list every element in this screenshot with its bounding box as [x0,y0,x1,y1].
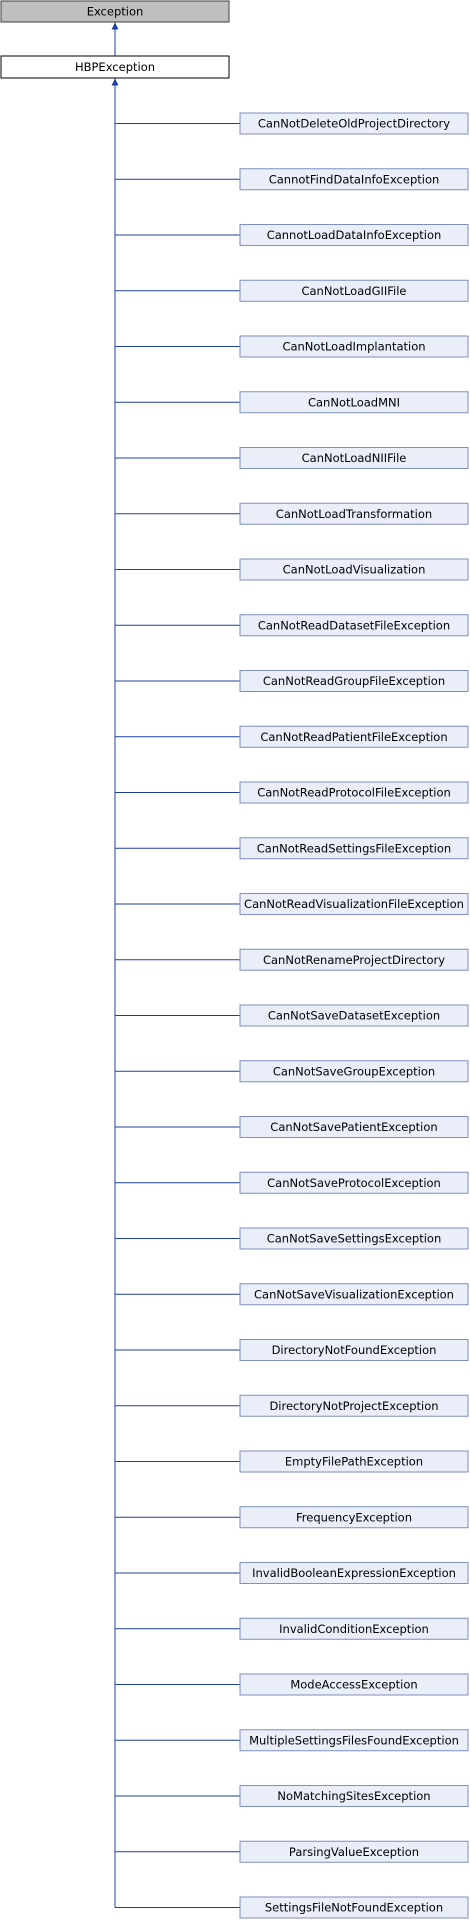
class-node-can-not-read-patient-file-exception[interactable]: CanNotReadPatientFileException [239,725,469,748]
class-label-can-not-load-mni: CanNotLoadMNI [308,395,400,409]
class-node-can-not-rename-project-directory[interactable]: CanNotRenameProjectDirectory [239,948,469,971]
class-label-invalid-boolean-expression-exception: InvalidBooleanExpressionException [252,1566,456,1580]
class-label-can-not-read-visualization-file-exception: CanNotReadVisualizationFileException [244,897,464,911]
class-node-can-not-read-dataset-file-exception[interactable]: CanNotReadDatasetFileException [239,614,469,637]
class-label-can-not-load-giifile: CanNotLoadGIIFile [301,284,406,298]
class-label-exception: Exception [87,5,144,19]
class-label-settings-file-not-found-exception: SettingsFileNotFoundException [265,1901,443,1915]
class-node-can-not-read-settings-file-exception[interactable]: CanNotReadSettingsFileException [239,837,469,860]
class-label-can-not-load-implantation: CanNotLoadImplantation [282,340,425,354]
class-label-can-not-rename-project-directory: CanNotRenameProjectDirectory [263,953,445,967]
class-label-can-not-save-group-exception: CanNotSaveGroupException [273,1064,435,1078]
class-label-empty-file-path-exception: EmptyFilePathException [285,1455,423,1469]
class-node-invalid-condition-exception[interactable]: InvalidConditionException [239,1617,469,1640]
class-label-cannot-load-data-info-exception: CannotLoadDataInfoException [267,228,442,242]
class-label-can-not-save-visualization-exception: CanNotSaveVisualizationException [254,1287,454,1301]
class-label-directory-not-project-exception: DirectoryNotProjectException [269,1399,438,1413]
class-node-can-not-load-visualization[interactable]: CanNotLoadVisualization [239,558,469,581]
class-label-can-not-read-dataset-file-exception: CanNotReadDatasetFileException [258,618,450,632]
class-node-can-not-load-giifile[interactable]: CanNotLoadGIIFile [239,279,469,302]
class-label-can-not-save-patient-exception: CanNotSavePatientException [270,1120,437,1134]
class-label-can-not-load-visualization: CanNotLoadVisualization [283,563,426,577]
class-inheritance-diagram: Exception HBPException CanNotDeleteOldPr… [0,0,469,1919]
class-label-multiple-settings-files-found-exception: MultipleSettingsFilesFoundException [249,1733,459,1747]
class-node-parsing-value-exception[interactable]: ParsingValueException [239,1840,469,1863]
class-node-directory-not-project-exception[interactable]: DirectoryNotProjectException [239,1394,469,1417]
class-node-cannot-load-data-info-exception[interactable]: CannotLoadDataInfoException [239,224,469,246]
class-node-empty-file-path-exception[interactable]: EmptyFilePathException [239,1450,469,1473]
class-label-can-not-read-patient-file-exception: CanNotReadPatientFileException [260,730,447,744]
class-node-can-not-save-settings-exception[interactable]: CanNotSaveSettingsException [239,1227,469,1250]
class-label-directory-not-found-exception: DirectoryNotFoundException [272,1343,437,1357]
class-node-can-not-save-visualization-exception[interactable]: CanNotSaveVisualizationException [239,1283,469,1306]
class-node-can-not-read-group-file-exception[interactable]: CanNotReadGroupFileException [239,670,469,692]
class-label-can-not-load-niifile: CanNotLoadNIIFile [302,451,407,465]
class-label-can-not-save-protocol-exception: CanNotSaveProtocolException [267,1176,441,1190]
class-label-hbpexception: HBPException [75,60,155,74]
class-node-can-not-save-dataset-exception[interactable]: CanNotSaveDatasetException [239,1004,469,1027]
class-label-can-not-read-settings-file-exception: CanNotReadSettingsFileException [257,841,451,855]
class-node-exception[interactable]: Exception [0,0,230,23]
class-label-parsing-value-exception: ParsingValueException [289,1845,419,1859]
class-label-no-matching-sites-exception: NoMatchingSitesException [277,1789,430,1803]
class-node-cannot-find-data-info-exception[interactable]: CannotFindDataInfoException [239,168,469,191]
class-label-can-not-save-settings-exception: CanNotSaveSettingsException [267,1232,442,1246]
class-node-can-not-save-protocol-exception[interactable]: CanNotSaveProtocolException [239,1171,469,1194]
class-label-mode-access-exception: ModeAccessException [290,1678,417,1692]
class-label-can-not-read-group-file-exception: CanNotReadGroupFileException [263,674,445,688]
class-node-invalid-boolean-expression-exception[interactable]: InvalidBooleanExpressionException [239,1562,469,1584]
class-node-can-not-delete-old-project-directory[interactable]: CanNotDeleteOldProjectDirectory [239,112,469,135]
class-node-can-not-load-implantation[interactable]: CanNotLoadImplantation [239,335,469,358]
class-label-can-not-save-dataset-exception: CanNotSaveDatasetException [268,1009,440,1023]
derived-classes: CanNotDeleteOldProjectDirectory CannotFin… [239,112,469,1919]
class-label-can-not-load-transformation: CanNotLoadTransformation [276,507,432,521]
class-node-can-not-load-mni[interactable]: CanNotLoadMNI [239,391,469,414]
inheritance-edges [111,22,240,1908]
class-node-can-not-load-niifile[interactable]: CanNotLoadNIIFile [239,447,469,469]
class-label-invalid-condition-exception: InvalidConditionException [279,1622,429,1636]
class-node-settings-file-not-found-exception[interactable]: SettingsFileNotFoundException [239,1896,469,1919]
class-node-can-not-read-protocol-file-exception[interactable]: CanNotReadProtocolFileException [239,781,469,804]
class-node-can-not-save-patient-exception[interactable]: CanNotSavePatientException [239,1116,469,1138]
class-node-frequency-exception[interactable]: FrequencyException [239,1506,469,1529]
class-label-cannot-find-data-info-exception: CannotFindDataInfoException [269,172,440,186]
class-label-frequency-exception: FrequencyException [296,1510,412,1524]
class-node-can-not-read-visualization-file-exception[interactable]: CanNotReadVisualizationFileException [239,893,469,915]
class-node-no-matching-sites-exception[interactable]: NoMatchingSitesException [239,1785,469,1807]
class-node-directory-not-found-exception[interactable]: DirectoryNotFoundException [239,1339,469,1361]
class-node-hbpexception[interactable]: HBPException [0,55,230,79]
class-node-mode-access-exception[interactable]: ModeAccessException [239,1673,469,1696]
class-node-can-not-load-transformation[interactable]: CanNotLoadTransformation [239,502,469,525]
class-node-multiple-settings-files-found-exception[interactable]: MultipleSettingsFilesFoundException [239,1729,469,1752]
class-label-can-not-read-protocol-file-exception: CanNotReadProtocolFileException [257,786,451,800]
class-label-can-not-delete-old-project-directory: CanNotDeleteOldProjectDirectory [258,117,450,131]
class-node-can-not-save-group-exception[interactable]: CanNotSaveGroupException [239,1060,469,1083]
